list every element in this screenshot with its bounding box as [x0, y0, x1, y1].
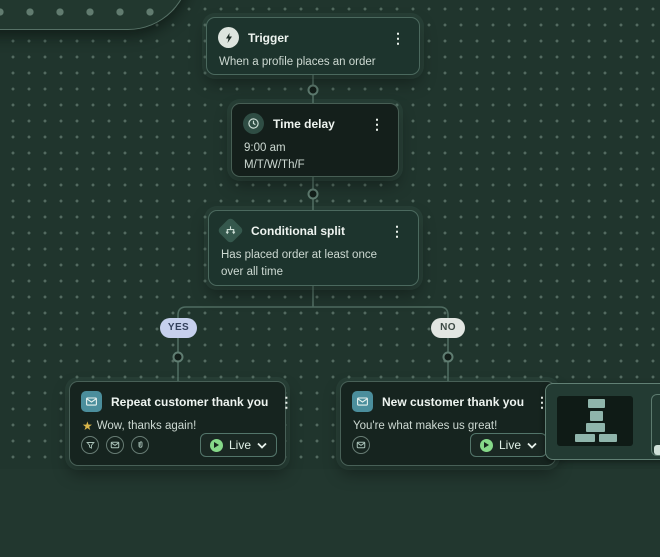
chevron-down-icon [257, 442, 267, 449]
time-delay-days: M/T/W/Th/F [244, 157, 386, 174]
minimap-node [590, 411, 603, 421]
paperclip-icon[interactable] [131, 436, 149, 454]
email-icon [81, 391, 102, 412]
trigger-node-description: When a profile places an order [207, 51, 419, 79]
lightning-bolt-icon [218, 27, 239, 48]
minimap-node [586, 423, 605, 432]
live-play-icon [480, 439, 493, 452]
live-play-icon [210, 439, 223, 452]
branch-split-icon [217, 217, 244, 244]
connector-port [309, 86, 318, 95]
envelope-icon[interactable] [352, 436, 370, 454]
minimap-node [588, 399, 605, 408]
filter-funnel-icon[interactable] [81, 436, 99, 454]
email-icon [352, 391, 373, 412]
envelope-icon[interactable] [106, 436, 124, 454]
conditional-split-description: Has placed order at least once over all … [209, 244, 409, 288]
zoom-button[interactable] [654, 445, 660, 455]
new-customer-email-node[interactable]: New customer thank you ⋮ You're what mak… [340, 381, 556, 466]
kebab-menu-icon[interactable]: ⋮ [277, 396, 295, 408]
kebab-menu-icon[interactable]: ⋮ [388, 225, 406, 237]
new-email-title: New customer thank you [382, 395, 524, 409]
kebab-menu-icon[interactable]: ⋮ [389, 32, 407, 44]
status-label: Live [499, 438, 521, 452]
branch-no-label: NO [431, 318, 465, 338]
trigger-node-title: Trigger [248, 31, 380, 45]
status-label: Live [229, 438, 251, 452]
kebab-menu-icon[interactable]: ⋮ [368, 118, 386, 130]
minimap[interactable] [545, 383, 660, 460]
repeat-email-title: Repeat customer thank you [111, 395, 268, 409]
status-dropdown[interactable]: Live [470, 433, 547, 457]
conditional-split-node[interactable]: Conditional split ⋮ Has placed order at … [208, 210, 419, 286]
branch-yes-label: YES [160, 318, 197, 338]
conditional-split-node-title: Conditional split [251, 224, 379, 238]
clock-icon [243, 113, 264, 134]
time-delay-node-title: Time delay [273, 117, 359, 131]
zoom-controls[interactable] [651, 394, 660, 456]
connector-port [309, 190, 318, 199]
connector-port [444, 353, 453, 362]
trigger-node[interactable]: Trigger ⋮ When a profile places an order [206, 17, 420, 75]
repeat-customer-email-node[interactable]: Repeat customer thank you ⋮ ★ Wow, thank… [69, 381, 286, 466]
minimap-viewport [557, 396, 633, 446]
status-dropdown[interactable]: Live [200, 433, 277, 457]
chevron-down-icon [527, 442, 537, 449]
minimap-node [575, 434, 595, 442]
time-delay-time: 9:00 am [244, 140, 386, 157]
minimap-node [599, 434, 617, 442]
connector-port [174, 353, 183, 362]
time-delay-node[interactable]: Time delay ⋮ 9:00 am M/T/W/Th/F [231, 103, 399, 177]
